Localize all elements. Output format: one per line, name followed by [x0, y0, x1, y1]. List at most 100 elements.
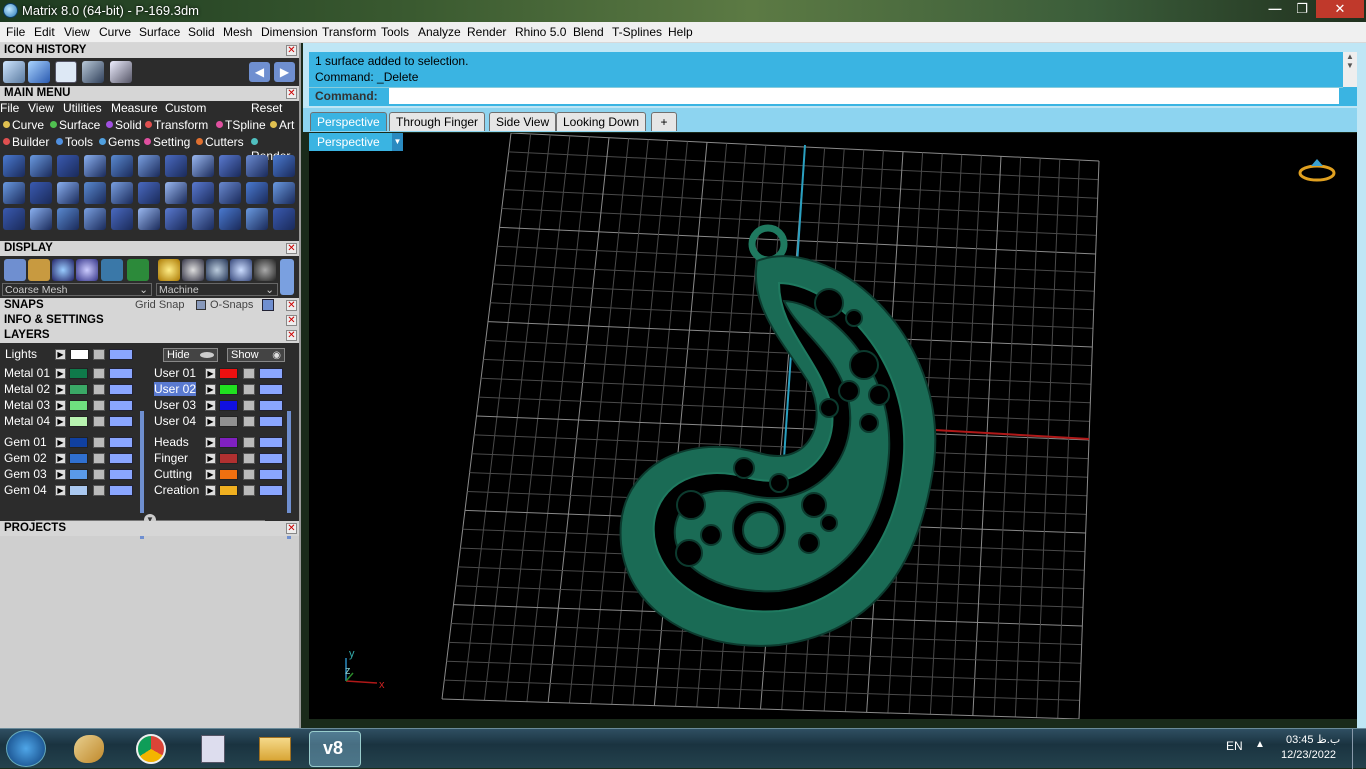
- layer-color-swatch[interactable]: [69, 485, 88, 496]
- clock-date[interactable]: 12/23/2022: [1281, 749, 1336, 761]
- history-tool-icon[interactable]: [28, 61, 50, 83]
- curve-tool-icon[interactable]: [219, 155, 241, 177]
- layer-name[interactable]: Cutting: [154, 467, 192, 481]
- visibility-bar[interactable]: [259, 469, 283, 480]
- lock-icon[interactable]: [243, 469, 255, 480]
- show-desktop-button[interactable]: [1352, 729, 1366, 769]
- layer-color-swatch[interactable]: [69, 469, 88, 480]
- category-tools[interactable]: Tools: [56, 135, 93, 149]
- layer-name[interactable]: Metal 01: [4, 366, 50, 380]
- layer-name[interactable]: Gem 02: [4, 451, 47, 465]
- curve-tool-icon[interactable]: [273, 155, 295, 177]
- main-menu-file[interactable]: File: [0, 101, 19, 115]
- visibility-bar[interactable]: [259, 485, 283, 496]
- xray-icon[interactable]: [101, 259, 123, 281]
- category-transform[interactable]: Transform: [145, 118, 208, 132]
- layer-name[interactable]: User 02: [154, 382, 197, 396]
- wireframe-icon[interactable]: [4, 259, 26, 281]
- layer-color-swatch[interactable]: [70, 349, 89, 360]
- layer-color-swatch[interactable]: [69, 400, 88, 411]
- visibility-bar[interactable]: [259, 368, 283, 379]
- transform-tool-icon[interactable]: [84, 182, 106, 204]
- layer-name[interactable]: User 01: [154, 366, 196, 380]
- snaps-header[interactable]: SNAPS Grid Snap O-Snaps ✕: [0, 298, 299, 313]
- visibility-bar[interactable]: [109, 453, 133, 464]
- play-icon[interactable]: ▶: [55, 384, 66, 395]
- lock-icon[interactable]: [93, 416, 105, 427]
- transform-tool-icon[interactable]: [3, 182, 25, 204]
- ghosted-icon[interactable]: [28, 259, 50, 281]
- icon-history-header[interactable]: ICON HISTORY ✕: [0, 43, 299, 58]
- history-forward-icon[interactable]: ▶: [274, 62, 295, 82]
- edit-tool-icon[interactable]: [273, 208, 295, 230]
- close-icon[interactable]: ✕: [286, 523, 297, 534]
- tab-perspective[interactable]: Perspective: [310, 112, 387, 131]
- category-builder[interactable]: Builder: [3, 135, 49, 149]
- category-setting[interactable]: Setting: [144, 135, 190, 149]
- main-menu-utilities[interactable]: Utilities: [63, 101, 102, 115]
- language-indicator[interactable]: EN: [1226, 739, 1243, 753]
- close-icon[interactable]: ✕: [286, 88, 297, 99]
- play-icon[interactable]: ▶: [55, 349, 66, 360]
- glass-material-icon[interactable]: [230, 259, 252, 281]
- visibility-bar[interactable]: [259, 384, 283, 395]
- visibility-bar[interactable]: [109, 437, 133, 448]
- play-icon[interactable]: ▶: [205, 469, 216, 480]
- paint-app-icon[interactable]: [64, 731, 116, 767]
- category-gems[interactable]: Gems: [99, 135, 140, 149]
- curve-tool-icon[interactable]: [84, 155, 106, 177]
- category-surface[interactable]: Surface: [50, 118, 100, 132]
- curve-tool-icon[interactable]: [3, 155, 25, 177]
- shaded-icon[interactable]: [52, 259, 74, 281]
- play-icon[interactable]: ▶: [55, 400, 66, 411]
- play-icon[interactable]: ▶: [55, 485, 66, 496]
- visibility-bar[interactable]: [259, 400, 283, 411]
- ring-navigator-icon[interactable]: [1297, 157, 1337, 183]
- command-input[interactable]: [389, 88, 1339, 104]
- material-select[interactable]: Machine ⌄: [156, 283, 278, 296]
- osnap-checkbox[interactable]: [196, 300, 206, 310]
- category-cutters[interactable]: Cutters: [196, 135, 244, 149]
- transform-tool-icon[interactable]: [165, 182, 187, 204]
- close-button[interactable]: ✕: [1316, 0, 1364, 18]
- lock-icon[interactable]: [93, 453, 105, 464]
- curve-tool-icon[interactable]: [138, 155, 160, 177]
- command-scrollbar[interactable]: ▲ ▼: [1343, 52, 1357, 87]
- visibility-bar[interactable]: [109, 384, 133, 395]
- technical-icon[interactable]: [127, 259, 149, 281]
- layer-color-swatch[interactable]: [69, 384, 88, 395]
- transform-tool-icon[interactable]: [219, 182, 241, 204]
- rendered-icon[interactable]: [76, 259, 98, 281]
- minimize-button[interactable]: —: [1262, 0, 1288, 18]
- menu-view[interactable]: View: [64, 25, 90, 39]
- transform-tool-icon[interactable]: [111, 182, 133, 204]
- play-icon[interactable]: ▶: [205, 453, 216, 464]
- play-icon[interactable]: ▶: [205, 400, 216, 411]
- visibility-bar[interactable]: [259, 416, 283, 427]
- layer-name[interactable]: Metal 04: [4, 414, 50, 428]
- layer-name[interactable]: Metal 02: [4, 382, 50, 396]
- show-button[interactable]: Show ◉: [227, 348, 285, 362]
- chrome-app-icon[interactable]: [126, 731, 178, 767]
- display-slider[interactable]: [280, 259, 294, 295]
- layer-color-swatch[interactable]: [219, 469, 238, 480]
- play-icon[interactable]: ▶: [205, 416, 216, 427]
- layer-name[interactable]: User 03: [154, 398, 196, 412]
- history-tool-icon[interactable]: [55, 61, 77, 83]
- lock-icon[interactable]: [93, 368, 105, 379]
- curve-tool-icon[interactable]: [192, 155, 214, 177]
- explorer-app-icon[interactable]: [250, 731, 302, 767]
- layer-name[interactable]: Gem 04: [4, 483, 47, 497]
- main-menu-header[interactable]: MAIN MENU ✕: [0, 86, 299, 101]
- edit-tool-icon[interactable]: [30, 208, 52, 230]
- category-art[interactable]: Art: [270, 118, 294, 132]
- edit-tool-icon[interactable]: [138, 208, 160, 230]
- transform-tool-icon[interactable]: [273, 182, 295, 204]
- menu-dimension[interactable]: Dimension: [261, 25, 318, 39]
- lock-icon[interactable]: [243, 437, 255, 448]
- lock-icon[interactable]: [243, 485, 255, 496]
- layer-color-swatch[interactable]: [219, 453, 238, 464]
- menu-tools[interactable]: Tools: [381, 25, 409, 39]
- visibility-bar[interactable]: [109, 368, 133, 379]
- curve-tool-icon[interactable]: [111, 155, 133, 177]
